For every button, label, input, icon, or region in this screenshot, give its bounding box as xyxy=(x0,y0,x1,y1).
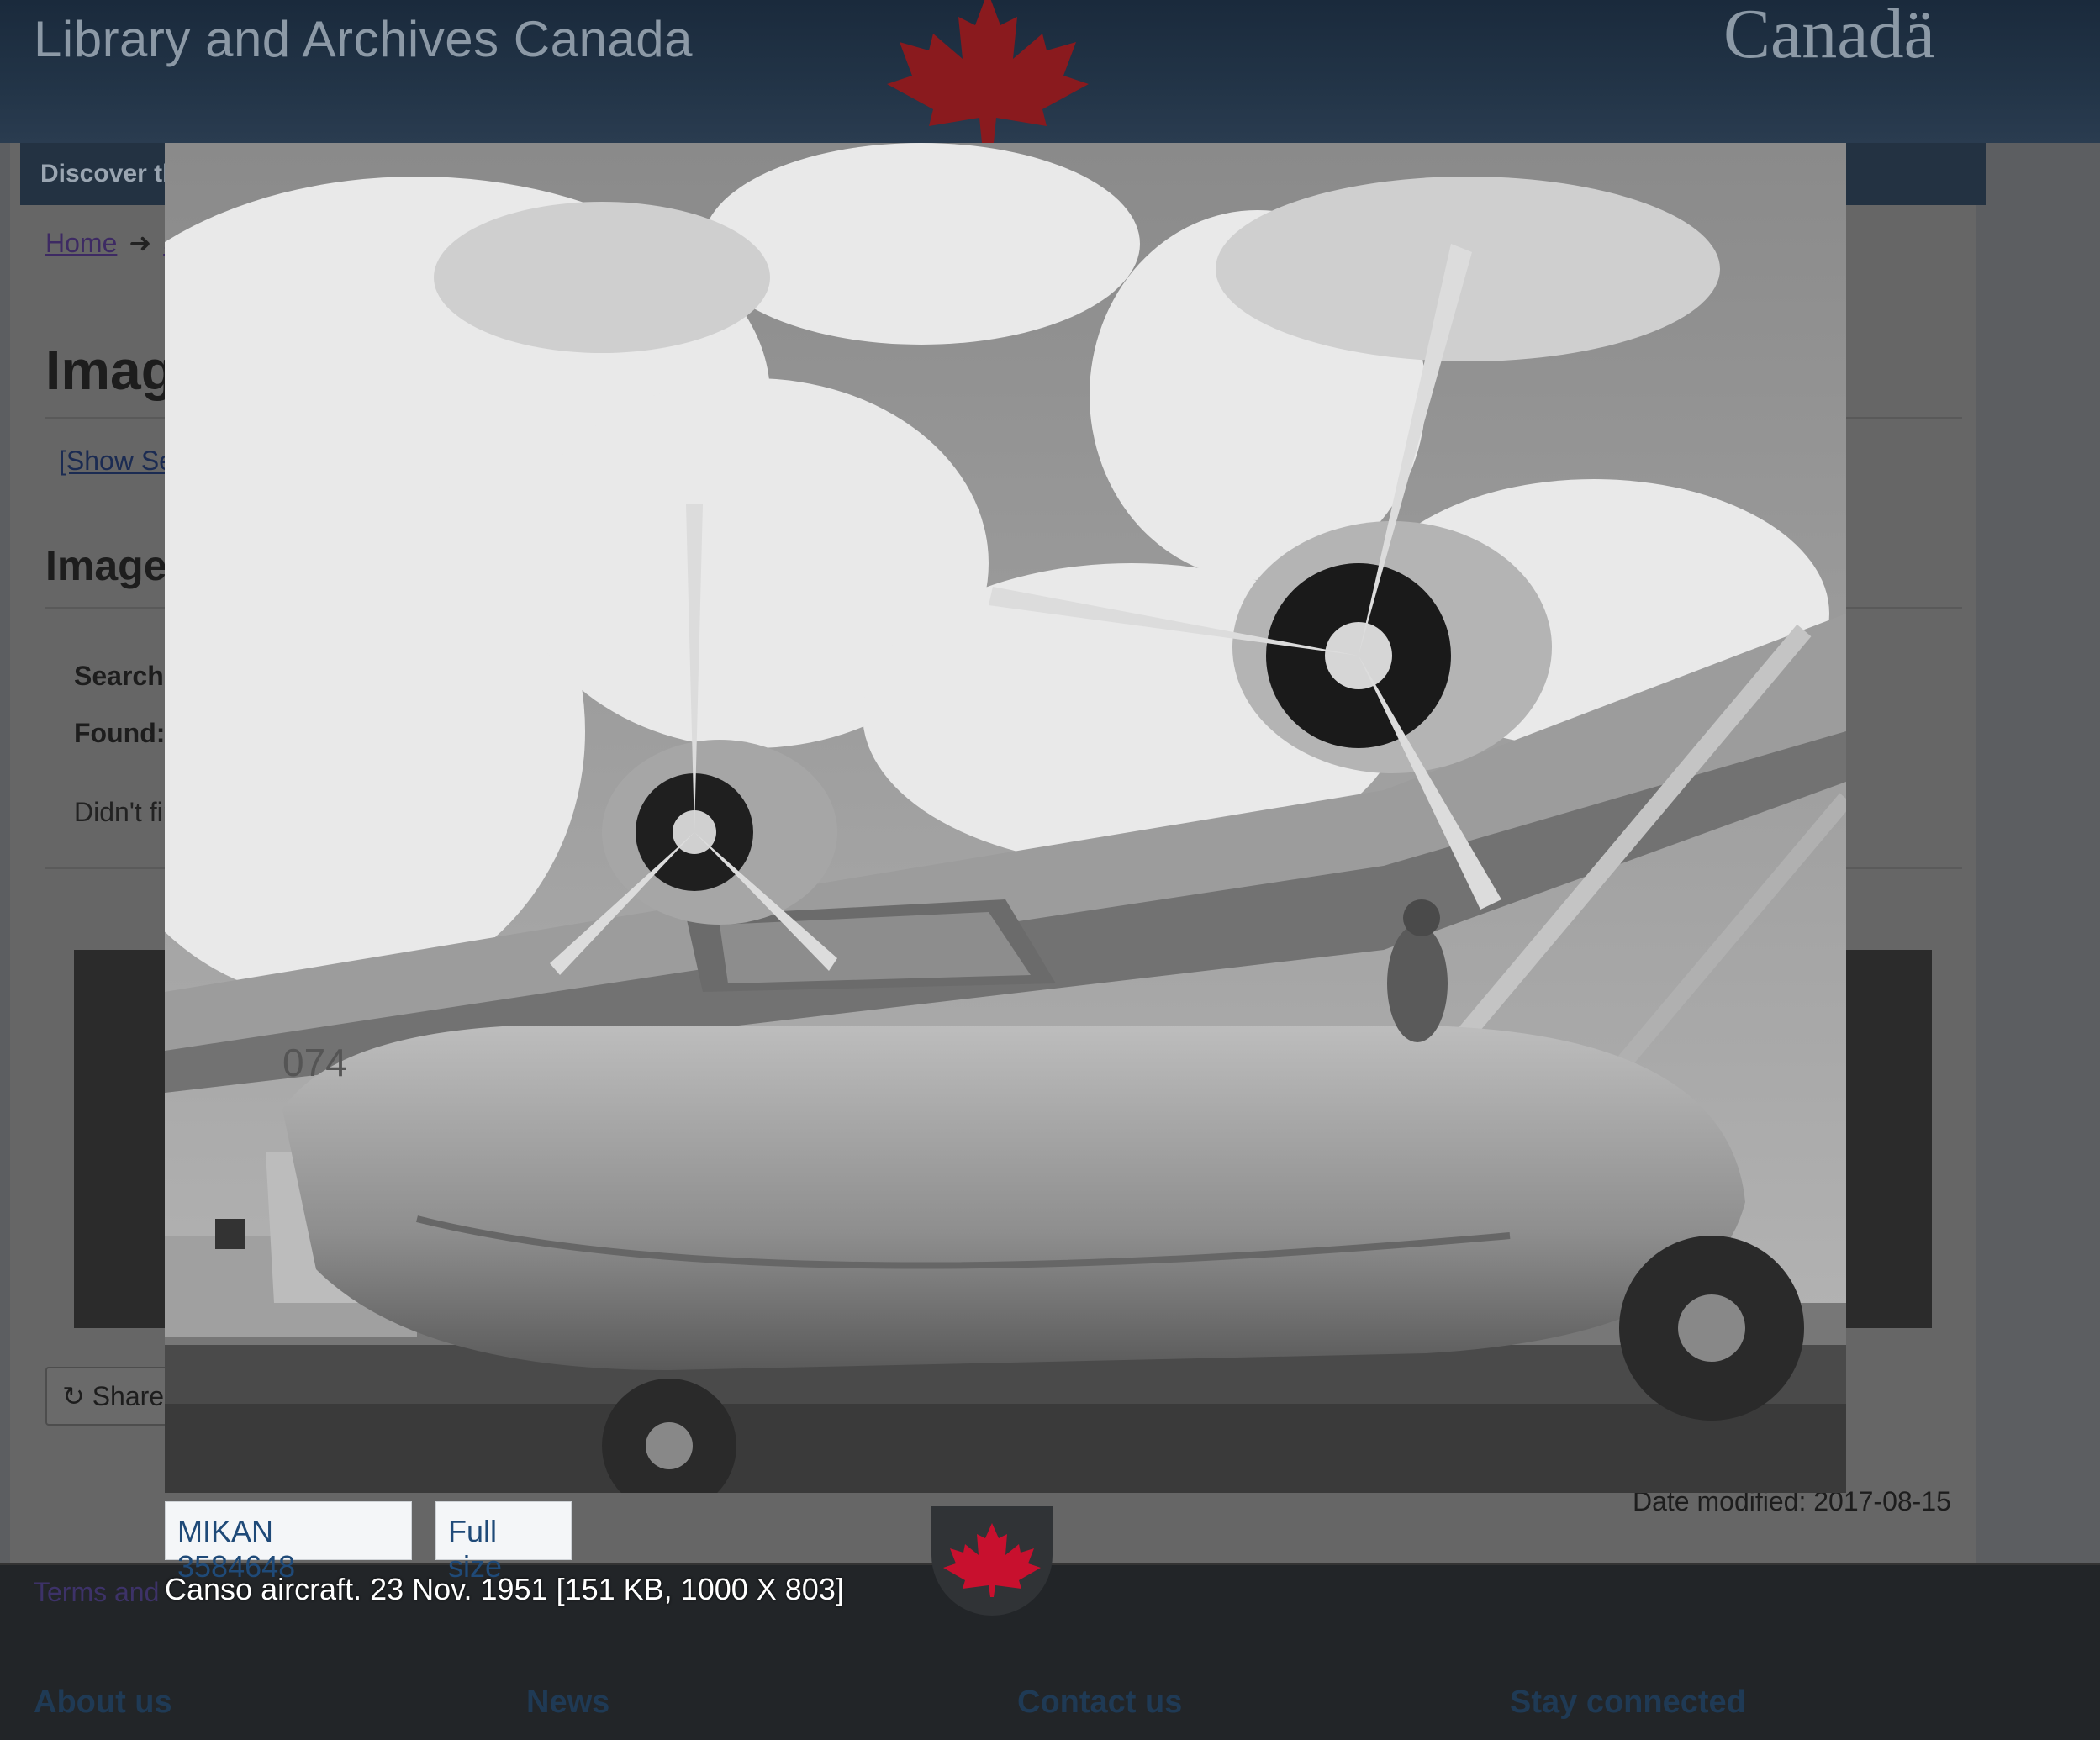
found-label: Found: xyxy=(74,718,166,748)
show-search-link[interactable]: [Show Se xyxy=(59,446,174,477)
terms-link[interactable]: Terms and xyxy=(34,1577,159,1608)
section-heading: Image xyxy=(45,542,167,589)
site-header: Library and Archives Canada Canadä xyxy=(0,0,2100,143)
canso-aircraft-photo: 074 xyxy=(165,143,1846,1493)
lightbox-photo[interactable]: 074 xyxy=(165,143,1846,1493)
page-title: Imag xyxy=(45,339,176,401)
full-size-button[interactable]: Full size xyxy=(435,1501,572,1584)
footer-emblem xyxy=(931,1506,1053,1616)
share-label: Share xyxy=(92,1381,165,1411)
breadcrumb-arrow-icon: ➜ xyxy=(129,228,152,258)
share-icon: ↻ xyxy=(62,1381,85,1411)
maple-leaf-icon xyxy=(943,1523,1041,1597)
footer-stay-connected[interactable]: Stay connected xyxy=(1510,1685,1746,1721)
breadcrumb: Home➜S xyxy=(45,227,182,259)
maple-leaf-icon xyxy=(887,0,1089,143)
footer-contact-us[interactable]: Contact us xyxy=(1017,1685,1182,1721)
nav-discover[interactable]: Discover th xyxy=(40,160,177,188)
breadcrumb-home[interactable]: Home xyxy=(45,228,117,258)
canada-wordmark: Canadä xyxy=(1723,0,1935,73)
aircraft-number: 074 xyxy=(282,1041,347,1084)
searched-label: Searche xyxy=(74,661,179,691)
image-caption: Canso aircraft. 23 Nov. 1951 [151 KB, 10… xyxy=(165,1572,844,1606)
footer-news[interactable]: News xyxy=(526,1685,609,1721)
didnt-find-text: Didn't fin xyxy=(74,797,178,827)
footer-about-us[interactable]: About us xyxy=(34,1685,172,1721)
site-title[interactable]: Library and Archives Canada xyxy=(34,10,693,68)
mikan-button[interactable]: MIKAN 3584648 xyxy=(165,1501,412,1584)
